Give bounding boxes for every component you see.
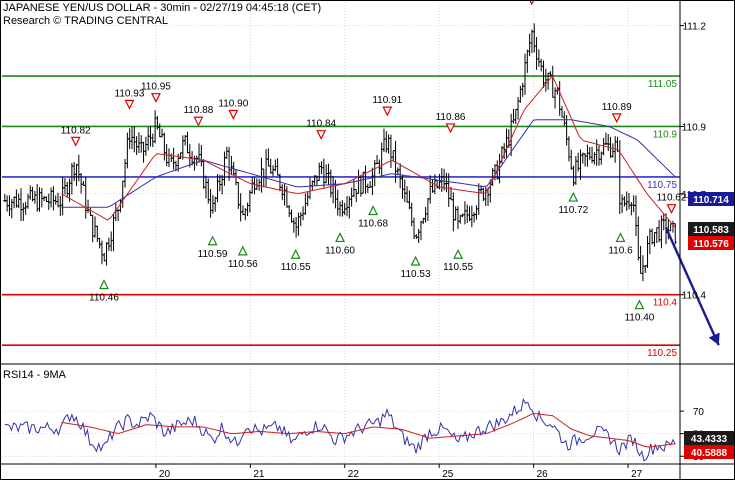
price-value-box-label: 110.576 bbox=[693, 239, 729, 250]
swing-low-label: 110.55 bbox=[281, 262, 311, 273]
price-axis-label: 111.2 bbox=[682, 22, 706, 33]
price-grid bbox=[2, 2, 680, 362]
rsi-grid bbox=[2, 366, 680, 463]
swing-low-marker bbox=[368, 205, 379, 216]
level-label-111.05: 111.05 bbox=[648, 79, 678, 90]
swing-high-marker bbox=[228, 109, 239, 120]
price-axis-label: 110.4 bbox=[682, 291, 707, 302]
swing-low-label: 110.60 bbox=[325, 245, 355, 256]
level-label-110.4: 110.4 bbox=[653, 298, 678, 309]
swing-high-label: 110.86 bbox=[436, 112, 466, 123]
chart-canvas: 111.05 110.9 110.75 110.4 110.25 110.82 110.4… bbox=[0, 0, 735, 480]
swing-high-marker bbox=[124, 99, 135, 110]
swing-low-label: 110.40 bbox=[624, 313, 654, 324]
swing-high-marker bbox=[611, 113, 622, 124]
time-axis-label: 22 bbox=[348, 469, 360, 480]
swing-high-marker bbox=[193, 116, 204, 127]
chart-frames bbox=[0, 0, 735, 480]
rsi-value-box-label: 43.4333 bbox=[691, 434, 728, 445]
time-axis-label: 21 bbox=[253, 469, 265, 480]
rsi-axis-label: 70 bbox=[693, 407, 705, 418]
swing-low-marker bbox=[207, 235, 218, 246]
swing-low-marker bbox=[410, 255, 421, 266]
swing-low-label: 110.56 bbox=[228, 259, 258, 270]
swing-high-label: 110.90 bbox=[218, 98, 248, 109]
time-axis-label: 27 bbox=[631, 469, 643, 480]
swing-low-marker bbox=[568, 191, 579, 202]
swing-high-marker bbox=[445, 123, 456, 134]
level-label-110.25: 110.25 bbox=[647, 348, 677, 359]
level-label-110.75: 110.75 bbox=[647, 180, 677, 191]
rsi-series bbox=[4, 397, 676, 462]
price-annotations: 110.82110.46110.93110.95110.88110.59110.… bbox=[61, 0, 720, 346]
swing-high-label: 110.95 bbox=[141, 82, 171, 93]
swing-low-marker bbox=[237, 245, 248, 256]
rsi-ma-line bbox=[61, 412, 676, 448]
swing-high-label: 110.84 bbox=[306, 119, 336, 130]
swing-low-label: 110.68 bbox=[358, 219, 388, 230]
swing-low-marker bbox=[634, 299, 645, 310]
swing-high-label: 110.89 bbox=[602, 102, 632, 113]
price-value-box-label: 110.583 bbox=[693, 225, 729, 236]
swing-low-label: 110.6 bbox=[608, 245, 633, 256]
swing-high-marker bbox=[666, 204, 677, 215]
level-label-110.9: 110.9 bbox=[653, 129, 678, 140]
swing-high-marker bbox=[150, 93, 161, 104]
swing-high-label: 110.82 bbox=[61, 125, 91, 136]
rsi-value-box-label: 40.5888 bbox=[691, 448, 728, 459]
swing-low-marker bbox=[453, 248, 464, 259]
swing-low-marker bbox=[615, 232, 626, 243]
swing-high-marker bbox=[70, 136, 81, 147]
price-value-box-label: 110.714 bbox=[693, 195, 729, 206]
swing-low-label: 110.59 bbox=[198, 249, 228, 260]
swing-low-label: 110.53 bbox=[401, 269, 431, 280]
price-series bbox=[3, 23, 677, 282]
swing-low-marker bbox=[99, 279, 109, 290]
swing-high-label: 110.88 bbox=[183, 105, 213, 116]
swing-high-label: 110.91 bbox=[372, 95, 402, 106]
swing-high-marker bbox=[382, 106, 393, 117]
swing-low-label: 110.72 bbox=[558, 205, 588, 216]
swing-low-label: 110.46 bbox=[89, 293, 119, 304]
swing-low-marker bbox=[290, 248, 301, 259]
time-axis-label: 26 bbox=[537, 469, 549, 480]
time-axis-label: 25 bbox=[442, 469, 454, 480]
time-axis-label: 20 bbox=[159, 469, 171, 480]
swing-low-marker bbox=[335, 232, 346, 243]
swing-low-label: 110.55 bbox=[443, 262, 473, 273]
price-axis-label: 110.9 bbox=[682, 122, 707, 133]
swing-high-marker bbox=[316, 130, 327, 141]
